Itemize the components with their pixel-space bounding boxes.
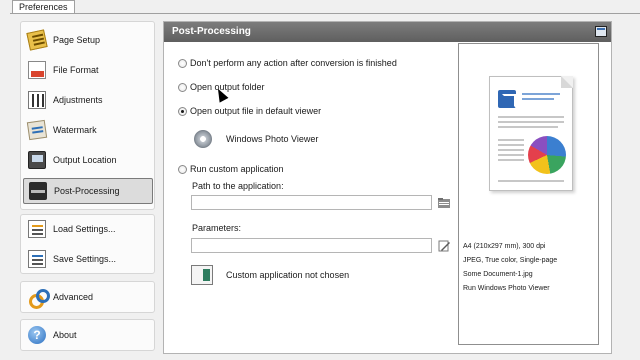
help-icon: ?	[28, 326, 46, 344]
preview-info-line: Some Document-1.jpg	[463, 271, 533, 278]
page-setup-icon	[26, 29, 48, 51]
tab-preferences[interactable]: Preferences	[12, 0, 75, 14]
parameters-label: Parameters:	[192, 223, 242, 233]
preview-info-line: A4 (210x297 mm), 300 dpi	[463, 243, 546, 250]
custom-app-status: Custom application not chosen	[226, 270, 350, 280]
option-open-viewer-radio[interactable]	[178, 107, 187, 116]
sidebar-item-label: Watermark	[53, 125, 97, 135]
doc-line	[498, 121, 564, 123]
sidebar-item-page-setup[interactable]: Page Setup	[23, 27, 153, 53]
sidebar-item-post-processing[interactable]: Post-Processing	[23, 178, 153, 204]
adjustments-icon	[28, 91, 46, 109]
preview-info-line: Run Windows Photo Viewer	[463, 285, 550, 292]
advanced-button[interactable]: Advanced	[23, 284, 153, 310]
sidebar-item-label: Load Settings...	[53, 224, 116, 234]
doc-line	[498, 149, 524, 151]
about-button[interactable]: ? About	[23, 322, 153, 348]
gears-icon	[28, 288, 50, 309]
sidebar-item-watermark[interactable]: Watermark	[23, 117, 153, 143]
doc-line	[498, 116, 564, 118]
sidebar-advanced: Advanced	[20, 281, 155, 313]
sidebar-item-label: About	[53, 330, 77, 340]
pie-chart-icon	[528, 136, 566, 174]
option-open-folder-label[interactable]: Open output folder	[190, 82, 265, 92]
pencil-icon	[438, 240, 450, 252]
output-location-icon	[28, 151, 46, 169]
edit-parameters-button[interactable]	[437, 239, 451, 253]
folder-icon	[438, 198, 450, 208]
viewer-name: Windows Photo Viewer	[226, 134, 319, 144]
sidebar-item-label: Adjustments	[53, 95, 103, 105]
sidebar-item-file-format[interactable]: File Format	[23, 57, 153, 83]
sidebar-about: ? About	[20, 319, 155, 351]
panel-title: Post-Processing	[172, 26, 251, 37]
sidebar-item-label: Page Setup	[53, 35, 101, 45]
load-settings-icon	[28, 220, 46, 238]
sidebar-item-label: Advanced	[53, 292, 94, 302]
parameters-input[interactable]	[191, 238, 432, 253]
sidebar-item-adjustments[interactable]: Adjustments	[23, 87, 153, 113]
path-input[interactable]	[191, 195, 432, 210]
sidebar-item-label: Post-Processing	[54, 186, 120, 196]
output-preview: A4 (210x297 mm), 300 dpi JPEG, True colo…	[458, 43, 599, 345]
window-icon	[595, 26, 607, 37]
doc-line	[522, 98, 554, 100]
page-fold	[561, 76, 573, 88]
doc-line	[522, 93, 560, 95]
option-custom-app-radio[interactable]	[178, 165, 187, 174]
post-processing-icon	[29, 182, 47, 200]
panel-header: Post-Processing	[164, 22, 611, 42]
save-settings-icon	[28, 250, 46, 268]
doc-line	[498, 180, 564, 182]
sidebar-settings: Load Settings... Save Settings...	[20, 214, 155, 274]
sidebar-item-output-location[interactable]: Output Location	[23, 147, 153, 173]
sidebar-item-label: File Format	[53, 65, 99, 75]
tab-bar: Preferences	[0, 0, 640, 14]
doc-line	[498, 154, 524, 156]
option-open-viewer-label[interactable]: Open output file in default viewer	[190, 106, 321, 116]
doc-line	[498, 144, 524, 146]
sidebar-item-label: Save Settings...	[53, 254, 117, 264]
browse-folder-button[interactable]	[437, 196, 451, 210]
photo-viewer-icon	[194, 130, 212, 148]
file-format-icon	[28, 61, 46, 79]
load-settings-button[interactable]: Load Settings...	[23, 216, 153, 242]
document-logo-icon	[498, 90, 516, 108]
doc-line	[498, 159, 524, 161]
option-open-folder-radio[interactable]	[178, 83, 187, 92]
save-settings-button[interactable]: Save Settings...	[23, 246, 153, 272]
sidebar-item-label: Output Location	[53, 155, 117, 165]
watermark-icon	[26, 119, 48, 141]
custom-app-icon	[191, 265, 213, 285]
doc-line	[498, 139, 524, 141]
option-custom-app-label[interactable]: Run custom application	[190, 164, 284, 174]
option-no-action-label[interactable]: Don't perform any action after conversio…	[190, 58, 397, 68]
document-thumbnail	[489, 76, 573, 191]
doc-line	[498, 126, 558, 128]
path-label: Path to the application:	[192, 181, 284, 191]
option-no-action-radio[interactable]	[178, 59, 187, 68]
sidebar-categories: Page Setup File Format Adjustments Water…	[20, 21, 155, 210]
preview-info-line: JPEG, True color, Single-page	[463, 257, 558, 264]
